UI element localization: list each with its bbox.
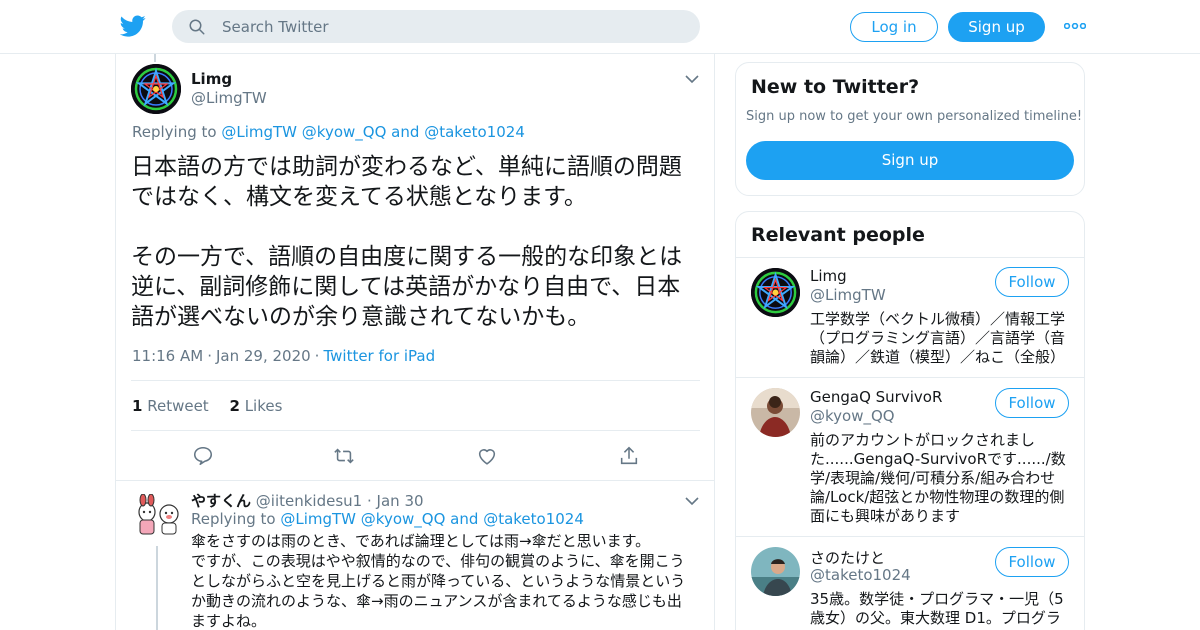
reply-replying-to: Replying to @LimgTW @kyow_QQ and @taketo… [191,510,584,528]
photo-avatar-icon [751,388,800,437]
person-handle[interactable]: @taketo1024 [810,566,911,584]
like-count[interactable]: 2 Likes [229,397,282,415]
retweet-icon[interactable] [333,445,355,467]
avatar[interactable] [751,268,800,317]
divider [131,380,700,381]
mention-link[interactable]: @taketo1024 [424,123,525,141]
person-handle[interactable]: @kyow_QQ [810,407,895,425]
person-handle[interactable]: @LimgTW [810,286,886,304]
card-title: Relevant people [751,224,925,246]
avatar[interactable] [131,64,181,114]
tweet-time[interactable]: 11:16 AM [132,347,203,365]
top-bar: Search Twitter Log in Sign up [0,0,1200,54]
thread-line [156,546,158,630]
divider [736,536,1084,537]
avatar[interactable] [751,547,800,596]
divider [736,377,1084,378]
person-name[interactable]: Limg [810,267,847,285]
reply-text: 傘をさすのは雨のとき、であれば論理としては雨→傘だと思います。 ですが、この表現… [191,532,686,630]
search-icon [189,19,205,35]
author-name[interactable]: Limg [191,70,232,88]
follow-button[interactable]: Follow [995,547,1069,577]
mention-link[interactable]: @LimgTW [221,123,297,141]
person-bio: 35歳。数学徒・プログラマ・一児（5歳女）の父。東大数理 D1。プログラ [810,590,1064,627]
reply-date[interactable]: Jan 30 [377,492,424,510]
card-subtitle: Sign up now to get your own personalized… [746,109,1083,124]
person-name[interactable]: GengaQ SurvivoR [810,388,942,406]
tweet-stats: 1 Retweet 2 Likes [132,397,298,415]
pentagram-avatar-icon [751,268,800,317]
mention-link[interactable]: @taketo1024 [483,510,584,528]
like-icon[interactable] [476,445,498,467]
mention-link[interactable]: @kyow_QQ [302,123,387,141]
reply-author-handle[interactable]: @iitenkidesu1 [256,492,362,510]
person-bio: 工学数学（ベクトル微積）／情報工学（プログラミング言語）／言語学（音韻論）／鉄道… [810,310,1066,366]
author-handle[interactable]: @LimgTW [191,89,267,107]
tweet-source[interactable]: Twitter for iPad [323,347,435,365]
replying-to: Replying to @LimgTW @kyow_QQ and @taketo… [132,123,525,141]
follow-button[interactable]: Follow [995,388,1069,418]
share-icon[interactable] [618,445,640,467]
tweet-text: 日本語の方では助詞が変わるなど、単純に語順の問題ではなく、構文を変えてる状態とな… [131,154,683,330]
relevant-people-card: Relevant people Limg @LimgTW Follow 工学数学… [735,211,1085,630]
person-bio: 前のアカウントがロックされました......GengaQ-SurvivoRです.… [810,431,1066,525]
twitter-bird-icon[interactable] [120,13,146,39]
follow-button[interactable]: Follow [995,267,1069,297]
tweet-column: Limg @LimgTW Replying to @LimgTW @kyow_Q… [115,54,715,630]
pentagram-avatar-icon [131,64,181,114]
divider [131,430,700,431]
avatar[interactable] [751,388,800,437]
divider [736,257,1084,258]
chevron-down-icon[interactable] [685,496,699,506]
search-input[interactable]: Search Twitter [222,18,329,36]
sidebar-signup-button[interactable]: Sign up [746,141,1074,180]
avatar[interactable] [132,494,184,538]
tweet-date[interactable]: Jan 29, 2020 [216,347,311,365]
tweet-meta: 11:16 AM · Jan 29, 2020 · Twitter for iPad [132,347,436,365]
mention-link[interactable]: @LimgTW [280,510,356,528]
thread-line [154,54,156,62]
mention-link[interactable]: @kyow_QQ [361,510,446,528]
reply-icon[interactable] [192,445,214,467]
login-button[interactable]: Log in [850,12,938,42]
signup-button[interactable]: Sign up [948,12,1045,42]
photo-avatar-icon [751,547,800,596]
person-name[interactable]: さのたけと [810,547,885,568]
divider [116,480,714,481]
reply-header: やすくん @iitenkidesu1 · Jan 30 [191,492,424,510]
search-bar[interactable]: Search Twitter [172,10,700,43]
reply-author-name[interactable]: やすくん [191,492,251,510]
chevron-down-icon[interactable] [685,74,699,84]
retweet-count[interactable]: 1 Retweet [132,397,209,415]
new-to-twitter-card: New to Twitter? Sign up now to get your … [735,62,1085,196]
card-title: New to Twitter? [751,76,920,98]
more-dots-icon[interactable] [1064,23,1086,29]
